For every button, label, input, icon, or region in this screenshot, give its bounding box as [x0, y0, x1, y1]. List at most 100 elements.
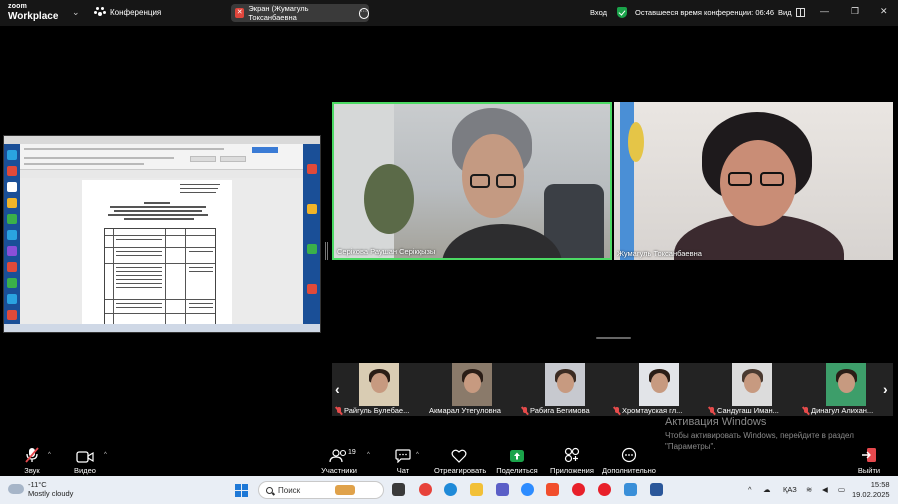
shared-screen-view[interactable] [3, 135, 321, 333]
video-options-caret[interactable]: ^ [104, 452, 107, 458]
zoom-app-icon[interactable] [521, 483, 534, 496]
word-ribbon [20, 144, 305, 170]
restore-icon[interactable]: ❐ [851, 6, 859, 17]
apps-icon [549, 445, 595, 463]
heart-icon [434, 445, 484, 463]
more-options-icon[interactable]: ··· [358, 7, 369, 19]
speaker-icon[interactable]: ◀ [822, 485, 828, 494]
meeting-controls: Звук ^ Видео ^ Участники 19 ^ Чат ^ Отре… [0, 443, 898, 475]
windows-start-icon[interactable] [235, 484, 248, 497]
video-tile-participant[interactable]: Жумагуль Токсанбаевна [614, 102, 893, 260]
stop-share-icon[interactable]: ✕ [235, 8, 245, 18]
taskbar-clock[interactable]: 15:58 19.02.2025 [852, 480, 890, 500]
gallery-name: Динагул Алихан... [803, 406, 873, 415]
yandex-icon[interactable] [546, 483, 559, 496]
teams-icon[interactable] [496, 483, 509, 496]
weather-cloud-icon [8, 480, 24, 494]
document-info-bar [20, 170, 305, 178]
paw-icon [94, 7, 106, 17]
signin-button[interactable]: Вход [590, 8, 607, 17]
gallery-thumb[interactable] [639, 363, 679, 406]
gallery-name: Райгуль Булебае... [336, 406, 409, 415]
share-button[interactable]: Поделиться [496, 445, 538, 475]
video-tile-active-speaker[interactable]: Серікова Раушан Серікқызы [332, 102, 612, 260]
chat-options-caret[interactable]: ^ [416, 452, 419, 458]
shared-windows-taskbar [4, 324, 320, 332]
activation-heading: Активация Windows [665, 416, 767, 428]
participants-options-caret[interactable]: ^ [367, 452, 370, 458]
battery-icon[interactable]: ▭ [838, 485, 845, 494]
file-explorer-icon[interactable] [470, 483, 483, 496]
gallery-name: Акмарал Утегуловна [429, 406, 501, 415]
gallery-thumb[interactable] [359, 363, 399, 406]
leave-button[interactable]: Выйти [856, 445, 882, 475]
search-highlight-icon [335, 485, 356, 495]
gallery-thumb[interactable] [732, 363, 772, 406]
audio-options-caret[interactable]: ^ [48, 452, 51, 458]
cloud-sync-icon: ☁ [763, 485, 771, 494]
chevron-left-icon[interactable]: ‹ [335, 381, 340, 397]
windows-taskbar: -11°C Mostly cloudy Поиск ^ ☁ ҚАЗ ≋ ◀ ▭ … [0, 476, 898, 504]
more-button[interactable]: Дополнительно [601, 445, 657, 475]
participants-count: 19 [348, 449, 356, 456]
gallery-thumb[interactable] [545, 363, 585, 406]
clock-date: 19.02.2025 [852, 490, 890, 499]
mic-muted-icon [336, 406, 342, 415]
wifi-icon[interactable]: ≋ [806, 485, 812, 494]
mic-muted-icon [522, 406, 528, 415]
view-button[interactable]: Вид [778, 8, 792, 17]
chevron-down-icon[interactable]: ⌄ [72, 7, 80, 18]
gallery-thumb[interactable] [826, 363, 866, 406]
gallery-name: Рабига Бегимова [522, 406, 590, 415]
video-camera-icon [70, 445, 100, 463]
clock-time: 15:58 [870, 480, 890, 489]
mic-muted-icon [709, 406, 715, 415]
participant-name: Жумагуль Токсанбаевна [617, 249, 702, 258]
chat-button[interactable]: Чат [392, 445, 414, 475]
divider-handle[interactable] [596, 337, 631, 339]
react-button[interactable]: Отреагировать [434, 445, 486, 475]
yandex-browser-icon[interactable] [598, 483, 611, 496]
minimize-icon[interactable]: — [820, 6, 829, 16]
leave-door-icon [856, 445, 882, 463]
taskbar-search[interactable]: Поиск [258, 481, 384, 499]
search-placeholder: Поиск [278, 485, 301, 495]
logo-workplace-text: Workplace [8, 11, 59, 22]
shared-taskbar-left [4, 144, 20, 326]
mic-muted-icon [614, 406, 620, 415]
weather-widget[interactable]: -11°C Mostly cloudy [8, 480, 73, 498]
word-icon[interactable] [650, 483, 663, 496]
meeting-time-left: Оставшееся время конференции: 06:46 [635, 8, 775, 17]
search-icon [266, 486, 273, 494]
conference-info-button[interactable]: Конференция [94, 7, 162, 17]
document-table [104, 228, 216, 332]
shared-taskbar-right [303, 144, 320, 326]
browser-tab-bar [4, 136, 320, 144]
edge-icon[interactable] [444, 483, 457, 496]
gallery-strip: ‹ › Райгуль Булебае... Акмарал Утегуловн… [332, 363, 893, 416]
screen-share-label: Экран (Жумагуль Токсанбаевна [248, 4, 309, 22]
conference-label: Конференция [110, 7, 162, 17]
screen-share-indicator[interactable]: ✕ Экран (Жумагуль Токсанбаевна ··· [231, 4, 369, 22]
chrome-icon[interactable] [419, 483, 432, 496]
chat-bubble-icon [392, 445, 414, 463]
opera-icon[interactable] [572, 483, 585, 496]
task-view-icon[interactable] [392, 483, 405, 496]
splitter-handle[interactable] [325, 242, 328, 260]
zoom-workplace-logo: zoom Workplace [8, 2, 59, 22]
photos-icon[interactable] [624, 483, 637, 496]
video-button[interactable]: Видео [70, 445, 100, 475]
gallery-thumb[interactable] [452, 363, 492, 406]
share-screen-icon [496, 445, 538, 463]
apps-button[interactable]: Приложения [549, 445, 595, 475]
grid-view-icon[interactable] [796, 8, 805, 17]
language-indicator[interactable]: ҚАЗ [783, 485, 797, 494]
participant-name: Серікова Раушан Серікқызы [337, 247, 436, 256]
mic-muted-icon [803, 406, 809, 415]
logo-zoom-text: zoom [8, 3, 28, 10]
chevron-up-icon[interactable]: ^ [748, 485, 752, 494]
weather-description: Mostly cloudy [28, 489, 74, 498]
chevron-right-icon[interactable]: › [883, 381, 888, 397]
audio-button[interactable]: Звук [18, 445, 46, 475]
close-icon[interactable]: ✕ [880, 6, 888, 17]
